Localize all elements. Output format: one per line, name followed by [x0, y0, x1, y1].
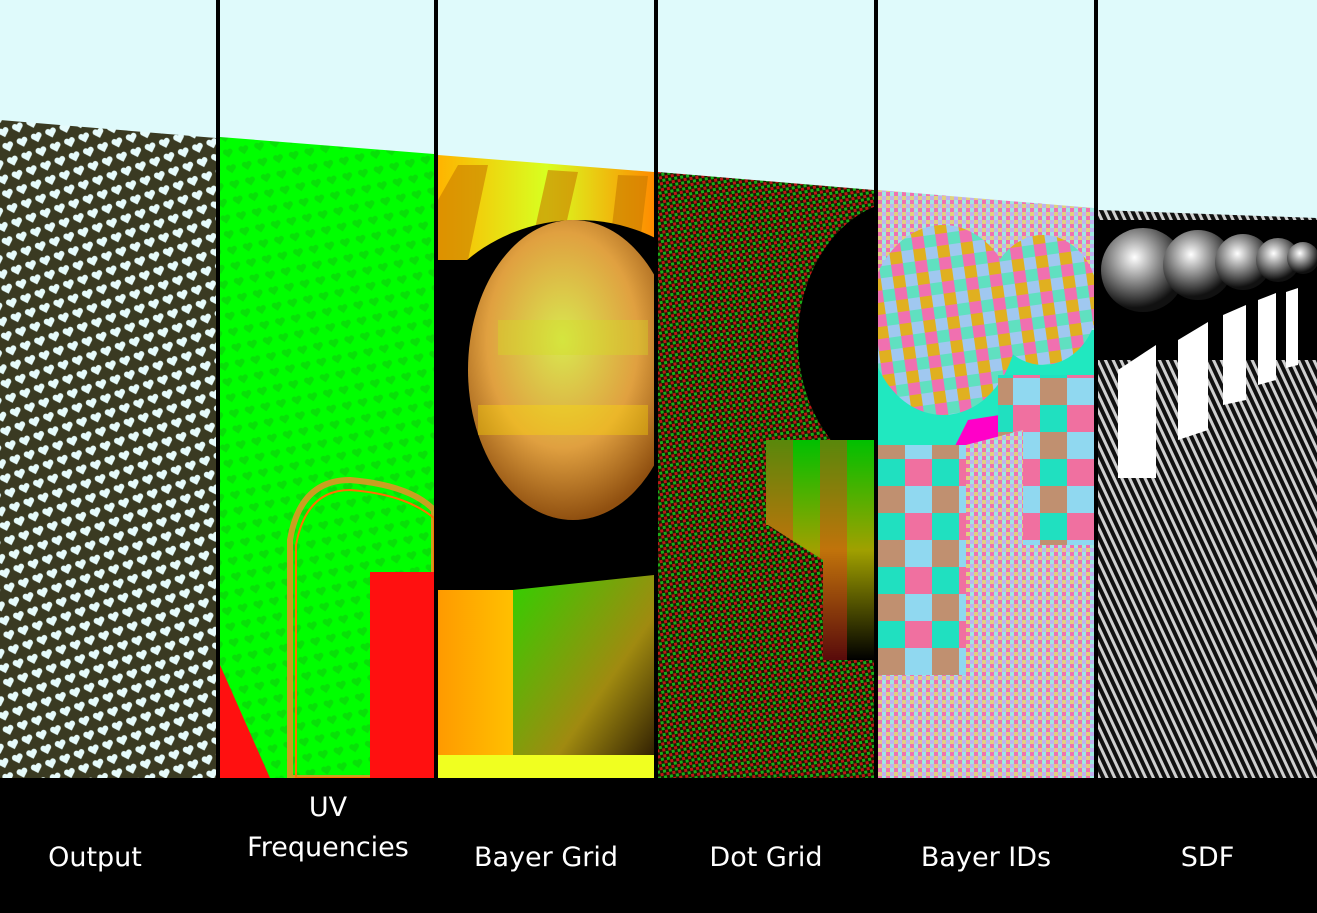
panel-divider	[216, 0, 220, 778]
uv-frequencies-render	[220, 0, 434, 778]
panel-dot-grid	[658, 0, 874, 778]
caption-bayer-ids-label: Bayer IDs	[920, 842, 1052, 873]
panel-divider	[874, 0, 878, 778]
bayer-ids-render	[878, 0, 1094, 778]
panel-sdf	[1098, 0, 1317, 778]
panel-output	[0, 0, 216, 778]
panel-divider	[434, 0, 438, 778]
caption-uv-frequencies: UV Frequencies	[220, 778, 436, 878]
caption-bayer-ids: Bayer IDs	[878, 778, 1094, 878]
caption-bayer-grid: Bayer Grid	[438, 778, 654, 878]
output-render	[0, 0, 216, 778]
caption-sdf-label: SDF	[1180, 842, 1235, 873]
caption-dot-grid: Dot Grid	[658, 778, 874, 878]
sdf-render	[1098, 0, 1317, 778]
panel-divider	[654, 0, 658, 778]
caption-uv-line-2: Frequencies	[247, 832, 409, 863]
caption-sdf: SDF	[1098, 778, 1317, 878]
caption-dot-grid-label: Dot Grid	[709, 842, 823, 873]
render-viewport	[0, 0, 1317, 778]
bayer-grid-render	[438, 0, 654, 778]
caption-output-label: Output	[48, 842, 142, 873]
caption-output: Output	[0, 778, 190, 878]
panel-uv-frequencies	[220, 0, 434, 778]
panel-bayer-grid	[438, 0, 654, 778]
dot-grid-render	[658, 0, 874, 778]
caption-uv-line-1: UV	[308, 792, 348, 823]
caption-bar: Output UV Frequencies Bayer Grid Dot Gri…	[0, 778, 1317, 913]
panel-divider	[1094, 0, 1098, 778]
caption-bayer-grid-label: Bayer Grid	[473, 842, 618, 873]
panel-bayer-ids	[878, 0, 1094, 778]
